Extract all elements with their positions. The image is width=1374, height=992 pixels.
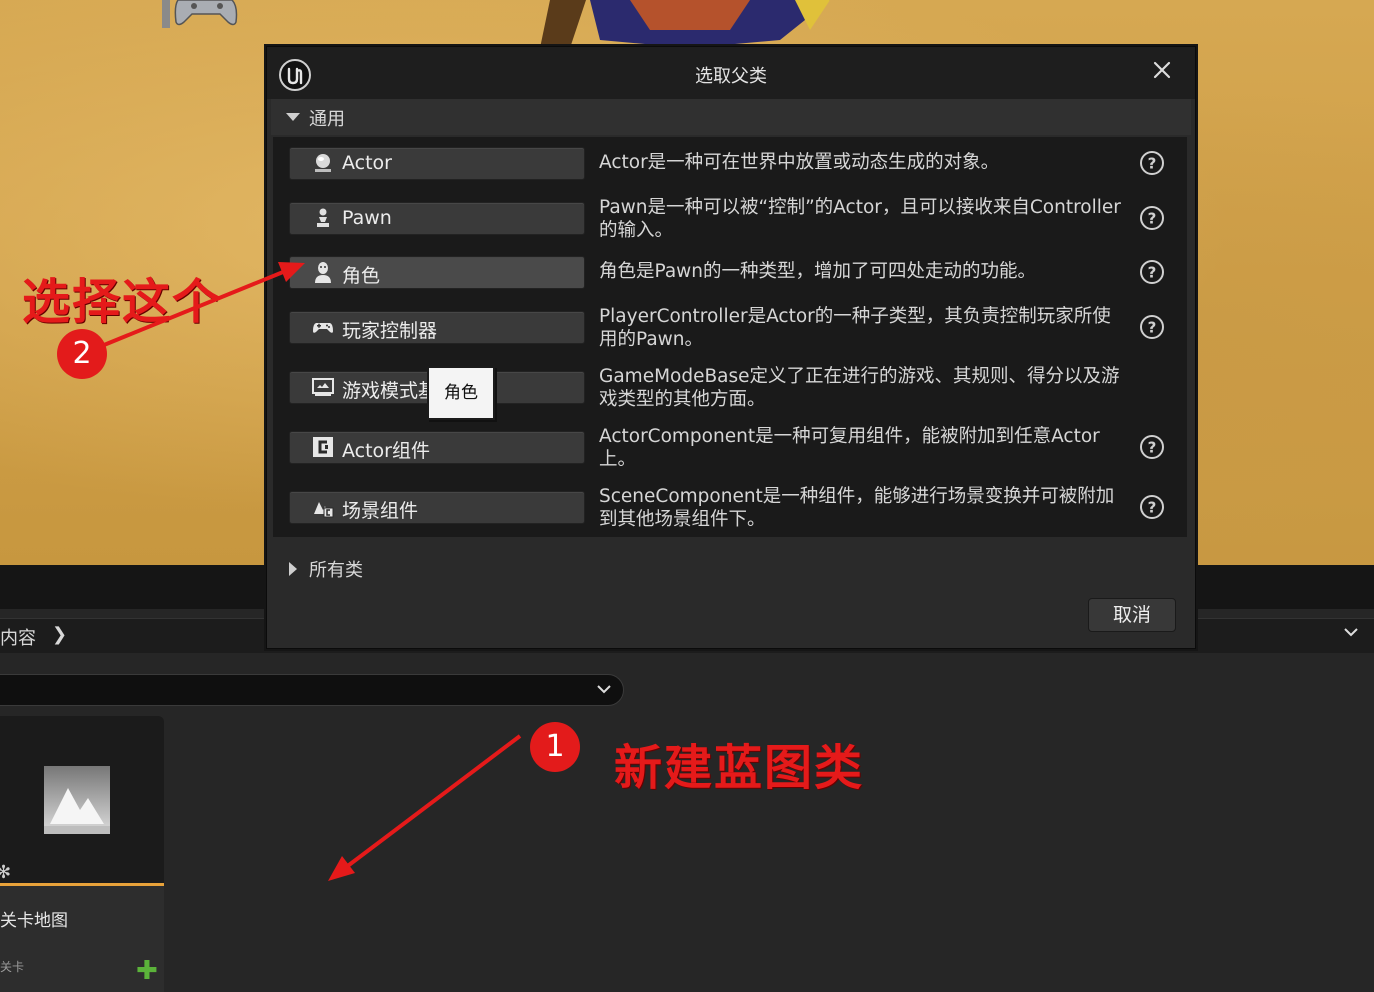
class-button-label: Pawn (342, 207, 392, 229)
game-mode-icon (312, 378, 334, 396)
section-all-classes-label: 所有类 (309, 560, 363, 581)
asset-info: 关卡地图 关卡 ✚ (0, 886, 164, 992)
gamepad-icon (162, 0, 238, 28)
scene-component-icon (314, 502, 334, 518)
class-button-label: Actor组件 (342, 440, 430, 462)
class-button-player-controller[interactable]: 玩家控制器 (289, 311, 585, 344)
filter-dropdown[interactable] (0, 674, 624, 706)
class-button-actor-component[interactable]: Actor组件 (289, 431, 585, 464)
svg-text:?: ? (1148, 210, 1157, 228)
class-button-pawn[interactable]: Pawn (289, 202, 585, 235)
svg-text:?: ? (1148, 319, 1157, 337)
annotation-new-blueprint: 新建蓝图类 (614, 740, 865, 796)
chevron-down-icon[interactable] (1342, 623, 1360, 641)
class-description: 角色是Pawn的一种类型，增加了可四处走动的功能。 (599, 261, 1037, 282)
class-button-label: Actor (342, 152, 392, 174)
class-description: PlayerController是Actor的一种子类型，其负责控制玩家所使用的… (599, 306, 1111, 350)
class-description: Pawn是一种可以被“控制”的Actor，且可以接收来自Controller的输… (599, 197, 1121, 241)
class-row-game-mode-base: 游戏模式基础 GameModeBase定义了正在进行的游戏、其规则、得分以及游戏… (273, 362, 1187, 414)
help-icon[interactable]: ? (1139, 434, 1165, 460)
section-common-header[interactable]: 通用 (271, 99, 1191, 135)
pick-parent-class-dialog: 选取父类 通用 Actor Actor是一种可在世界中放置或动态生成的对象。 ? (266, 46, 1196, 649)
annotation-step-2: 2 (57, 329, 107, 379)
class-button-label: 角色 (342, 265, 381, 287)
class-row-scene-component: 场景组件 SceneComponent是一种组件，能够进行场景变换并可被附加到其… (273, 482, 1187, 534)
character-icon (315, 262, 331, 283)
help-icon[interactable]: ? (1139, 150, 1165, 176)
annotation-step-1: 1 (530, 722, 580, 772)
class-row-pawn: Pawn Pawn是一种可以被“控制”的Actor，且可以接收来自Control… (273, 192, 1187, 244)
level-map-thumbnail-icon (44, 766, 110, 834)
help-icon[interactable]: ? (1139, 314, 1165, 340)
pawn-icon (317, 208, 329, 227)
class-description: Actor是一种可在世界中放置或动态生成的对象。 (599, 152, 1000, 173)
chevron-right-icon[interactable]: ❯ (52, 624, 67, 645)
class-row-character: 角色 角色是Pawn的一种类型，增加了可四处走动的功能。 ? (273, 247, 1187, 299)
caret-right-icon (289, 562, 297, 576)
svg-text:?: ? (1148, 264, 1157, 282)
add-icon[interactable]: ✚ (136, 958, 158, 984)
section-all-classes-header[interactable]: 所有类 (267, 552, 1195, 588)
class-description: GameModeBase定义了正在进行的游戏、其规则、得分以及游戏类型的其他方面… (599, 366, 1120, 410)
class-row-player-controller: 玩家控制器 PlayerController是Actor的一种子类型，其负责控制… (273, 302, 1187, 354)
class-row-actor: Actor Actor是一种可在世界中放置或动态生成的对象。 ? (273, 137, 1187, 189)
gamepad-icon (313, 323, 333, 333)
class-button-character[interactable]: 角色 (289, 256, 585, 289)
common-classes-list: Actor Actor是一种可在世界中放置或动态生成的对象。 ? Pawn Pa… (273, 137, 1187, 537)
help-icon[interactable]: ? (1139, 259, 1165, 285)
class-button-label: 玩家控制器 (342, 320, 438, 342)
asset-type: 关卡 (0, 960, 25, 974)
section-common-label: 通用 (309, 109, 345, 130)
asset-tile-level-map[interactable]: ✻ 关卡地图 关卡 ✚ (0, 716, 164, 992)
actor-component-icon (313, 437, 333, 457)
character-tooltip: 角色 (427, 366, 495, 420)
help-icon[interactable]: ? (1139, 205, 1165, 231)
class-description: ActorComponent是一种可复用组件，能被附加到任意Actor上。 (599, 426, 1100, 470)
actor-sphere-icon (315, 154, 331, 172)
caret-down-icon (286, 113, 300, 121)
cancel-button[interactable]: 取消 (1088, 598, 1176, 632)
close-icon[interactable] (1149, 57, 1175, 83)
annotation-select-this: 选择这个 (22, 274, 223, 330)
breadcrumb-content[interactable]: 内容 (0, 624, 36, 650)
dialog-titlebar[interactable]: 选取父类 (267, 47, 1195, 99)
asset-star-icon: ✻ (0, 862, 12, 883)
svg-text:?: ? (1148, 155, 1157, 173)
class-button-label: 场景组件 (342, 500, 419, 522)
class-row-actor-component: Actor组件 ActorComponent是一种可复用组件，能被附加到任意Ac… (273, 422, 1187, 474)
class-button-actor[interactable]: Actor (289, 147, 585, 180)
svg-text:?: ? (1148, 499, 1157, 517)
class-description: SceneComponent是一种组件，能够进行场景变换并可被附加到其他场景组件… (599, 486, 1115, 530)
class-button-scene-component[interactable]: 场景组件 (289, 491, 585, 524)
help-icon[interactable]: ? (1139, 494, 1165, 520)
svg-text:?: ? (1148, 439, 1157, 457)
dialog-title: 选取父类 (695, 66, 767, 87)
character-model (540, 0, 830, 48)
chevron-down-icon (597, 685, 611, 694)
asset-name: 关卡地图 (0, 911, 68, 931)
